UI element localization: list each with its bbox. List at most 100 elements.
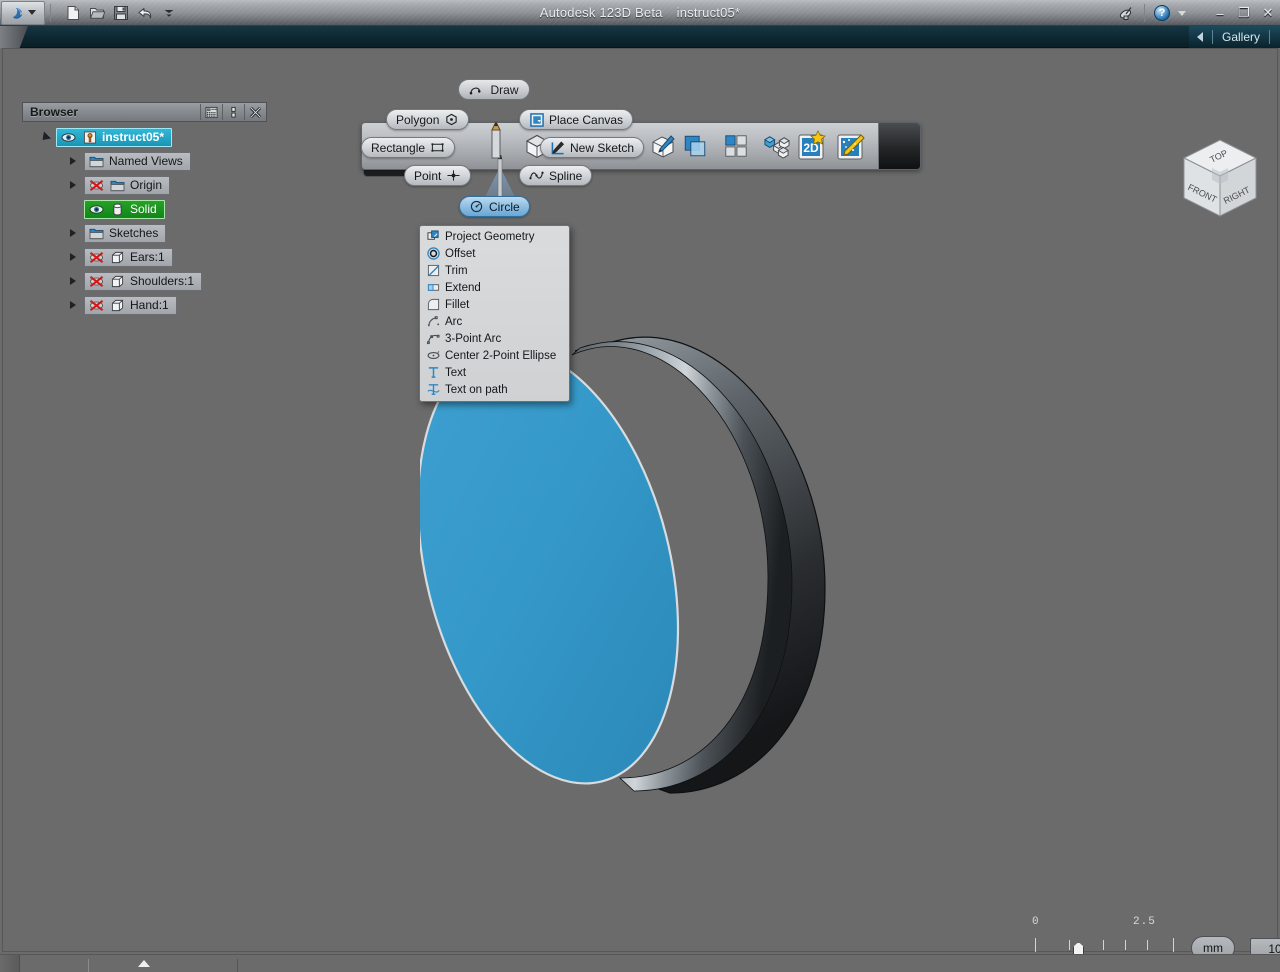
trim-icon: [426, 264, 440, 278]
twisty-collapsed-icon-hand[interactable]: [62, 297, 84, 313]
new-document-icon[interactable]: [64, 4, 82, 22]
tree-label-sketches: Sketches: [109, 226, 159, 240]
quick-access-overflow-icon[interactable]: [160, 4, 178, 22]
new-sketch-button[interactable]: New Sketch: [540, 137, 645, 158]
menu-item-trim[interactable]: Trim: [420, 262, 569, 279]
gallery-divider-right: [1269, 30, 1270, 44]
eye-icon[interactable]: [88, 202, 105, 217]
view-cube[interactable]: TOP FRONT RIGHT: [1178, 136, 1262, 228]
model-tree[interactable]: instruct05* Named Views Origin Solid Ske…: [22, 122, 267, 315]
unit-button[interactable]: mm: [1191, 936, 1235, 954]
browser-header-separator: [200, 104, 201, 120]
rectangle-tool-button[interactable]: Rectangle: [361, 137, 456, 158]
gallery-label[interactable]: Gallery: [1222, 30, 1260, 44]
twisty-expanded-icon[interactable]: [34, 129, 56, 145]
tree-label-origin: Origin: [130, 178, 163, 192]
twisty-collapsed-icon-ears[interactable]: [62, 249, 84, 265]
menu-item-3-point-arc[interactable]: 3-Point Arc: [420, 330, 569, 347]
menu-item-fillet[interactable]: Fillet: [420, 296, 569, 313]
polygon-tool-button[interactable]: Polygon: [386, 109, 470, 130]
help-icon[interactable]: ?: [1154, 5, 1170, 21]
tree-node-instruct05[interactable]: instruct05*: [56, 127, 173, 147]
convert-2d-icon[interactable]: 2D: [796, 129, 830, 163]
twisty-collapsed-icon[interactable]: [62, 153, 84, 169]
quick-access-toolbar[interactable]: [64, 4, 178, 22]
application-menu-button[interactable]: [1, 0, 45, 25]
point-tool-button[interactable]: Point: [404, 165, 472, 186]
max-value-box[interactable]: 10: [1250, 938, 1280, 954]
browser-close-icon[interactable]: [247, 104, 264, 121]
draw-curve-icon: [470, 87, 482, 95]
minimize-button[interactable]: –: [1212, 5, 1228, 21]
scale-ruler-widget[interactable]: 0 2.5 mm 10 0.5: [1025, 916, 1280, 954]
pattern-grid-icon[interactable]: [721, 131, 751, 161]
chevron-left-icon[interactable]: [1196, 32, 1203, 42]
tree-row-hand[interactable]: Hand:1: [22, 295, 267, 315]
tree-row-origin[interactable]: Origin: [22, 175, 267, 195]
menu-item-arc[interactable]: Arc: [420, 313, 569, 330]
3d-viewport[interactable]: Browser instruct05* Named Views Origin S…: [0, 48, 1280, 954]
satellite-dish-icon[interactable]: [1119, 5, 1135, 21]
sketch-tools-context-menu[interactable]: Project Geometry Offset Trim Extend Fill…: [419, 225, 570, 402]
tree-node-sketches[interactable]: Sketches: [84, 223, 167, 243]
restore-button[interactable]: ❐: [1236, 5, 1252, 21]
hidden-eye-icon[interactable]: [88, 298, 105, 313]
tree-row-sketches[interactable]: Sketches: [22, 223, 267, 243]
tree-row-named-views[interactable]: Named Views: [22, 151, 267, 171]
hidden-eye-icon[interactable]: [88, 274, 105, 289]
twisty-collapsed-icon-sketches[interactable]: [62, 225, 84, 241]
menu-item-offset[interactable]: Offset: [420, 245, 569, 262]
three-point-arc-icon: [426, 332, 440, 346]
place-canvas-button[interactable]: Place Canvas: [519, 109, 634, 130]
tree-node-origin[interactable]: Origin: [84, 175, 171, 195]
close-button[interactable]: ✕: [1260, 5, 1276, 21]
help-chevron-down-icon[interactable]: [1178, 10, 1186, 16]
extend-icon: [426, 281, 440, 295]
tree-row-root[interactable]: instruct05*: [22, 127, 267, 147]
tree-node-ears[interactable]: Ears:1: [84, 247, 173, 267]
menu-item-center-2-point-ellipse[interactable]: Center 2-Point Ellipse: [420, 347, 569, 364]
browser-panel[interactable]: Browser instruct05* Named Views Origin S…: [22, 102, 267, 317]
tree-row-ears[interactable]: Ears:1: [22, 247, 267, 267]
menu-label-extend: Extend: [445, 281, 481, 294]
ruler-slider-handle[interactable]: [1073, 942, 1084, 954]
eye-and-assembly-icon[interactable]: [60, 130, 77, 145]
tree-row-solid[interactable]: Solid: [22, 199, 267, 219]
menu-item-text[interactable]: Text: [420, 364, 569, 381]
open-folder-icon[interactable]: [88, 4, 106, 22]
tree-node-named-views[interactable]: Named Views: [84, 151, 191, 171]
tree-row-shoulders[interactable]: Shoulders:1: [22, 271, 267, 291]
bottom-panel-tab[interactable]: [88, 959, 238, 972]
circle-tool-button[interactable]: Circle: [459, 196, 530, 217]
sketch-pencil-cube-icon[interactable]: [648, 131, 678, 161]
gallery-tab[interactable]: Gallery: [1188, 26, 1280, 48]
undo-arrow-icon[interactable]: [136, 4, 154, 22]
magic-wand-icon[interactable]: [835, 129, 869, 163]
tree-node-shoulders[interactable]: Shoulders:1: [84, 271, 203, 291]
browser-filter-icon[interactable]: [203, 104, 220, 121]
tree-node-hand[interactable]: Hand:1: [84, 295, 177, 315]
gallery-divider-left: [1211, 30, 1213, 44]
group-blocks-icon[interactable]: [761, 131, 791, 161]
twisty-collapsed-icon-shoulders[interactable]: [62, 273, 84, 289]
menu-item-project-geometry[interactable]: Project Geometry: [420, 228, 569, 245]
document-name: instruct05*: [676, 5, 741, 20]
save-disk-icon[interactable]: [112, 4, 130, 22]
ruler-tick-5: [1173, 938, 1174, 952]
tree-node-solid[interactable]: Solid: [84, 199, 165, 219]
spline-tool-button[interactable]: Spline: [519, 165, 593, 186]
tree-label-ears: Ears:1: [130, 250, 165, 264]
folder-icon: [88, 226, 105, 241]
project-geometry-icon: [426, 230, 440, 244]
pencil-icon: [491, 120, 501, 159]
browser-options-icon[interactable]: [225, 104, 242, 121]
twisty-collapsed-icon-origin[interactable]: [62, 177, 84, 193]
bottom-panel-expand-icon[interactable]: [138, 960, 150, 967]
menu-item-text-on-path[interactable]: Text on path: [420, 381, 569, 398]
menu-item-extend[interactable]: Extend: [420, 279, 569, 296]
toolbar-overflow-panel[interactable]: [878, 123, 920, 169]
combine-shapes-icon[interactable]: [680, 131, 710, 161]
draw-tab[interactable]: Draw: [458, 79, 530, 100]
hidden-eye-icon[interactable]: [88, 250, 105, 265]
hidden-eye-icon[interactable]: [88, 178, 105, 193]
